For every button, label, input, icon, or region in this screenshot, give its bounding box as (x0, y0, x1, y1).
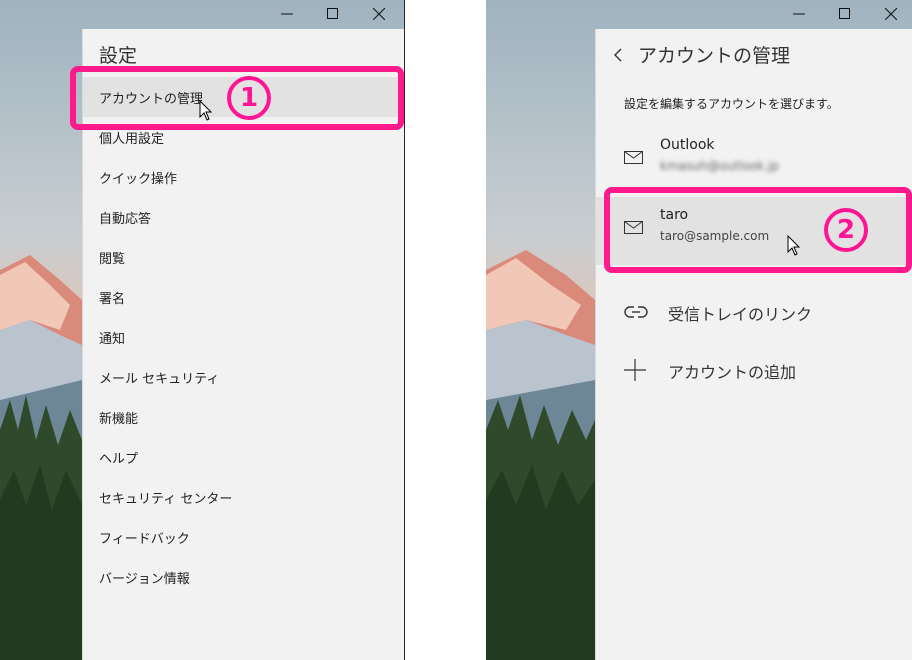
account-management-screenshot: アカウントの管理 設定を編集するアカウントを選びます。 Outlook kmas… (486, 0, 912, 660)
add-account-button[interactable]: アカウントの追加 (596, 349, 912, 393)
menu-item-label: メール セキュリティ (99, 371, 220, 387)
menu-item-label: クイック操作 (99, 171, 178, 187)
account-name: Outlook (660, 137, 715, 153)
mail-icon (624, 151, 643, 164)
menu-item-whats-new[interactable]: 新機能 (83, 397, 404, 437)
page-title: アカウントの管理 (638, 45, 791, 67)
action-label: 受信トレイのリンク (668, 305, 813, 324)
cursor-icon (199, 100, 213, 121)
account-email: kmasuh@outlook.jp (660, 159, 779, 173)
menu-item-quick-actions[interactable]: クイック操作 (83, 157, 404, 197)
menu-item-mail-security[interactable]: メール セキュリティ (83, 357, 404, 397)
step2-marker: 2 (824, 208, 868, 252)
action-label: アカウントの追加 (668, 363, 797, 382)
settings-title: 設定 (99, 45, 138, 67)
menu-item-label: 自動応答 (99, 211, 152, 227)
minimize-icon (793, 13, 805, 15)
link-icon (624, 306, 648, 318)
maximize-icon (327, 8, 338, 19)
close-icon (373, 8, 385, 20)
menu-item-label: 個人用設定 (99, 131, 165, 147)
back-arrow-icon (614, 48, 622, 61)
maximize-icon (839, 8, 850, 19)
minimize-button[interactable] (776, 0, 822, 28)
maximize-button[interactable] (310, 0, 356, 28)
menu-item-notifications[interactable]: 通知 (83, 317, 404, 357)
menu-item-label: 閲覧 (99, 251, 126, 267)
menu-item-feedback[interactable]: フィードバック (83, 517, 404, 557)
close-icon (885, 8, 897, 20)
settings-screenshot: 設定 アカウントの管理 個人用設定 クイック操作 自動応答 閲覧 署名 通知 メ… (0, 0, 405, 660)
menu-item-signature[interactable]: 署名 (83, 277, 404, 317)
cursor-icon (787, 235, 801, 256)
back-button[interactable] (606, 43, 630, 67)
menu-item-reading[interactable]: 閲覧 (83, 237, 404, 277)
account-management-pane: アカウントの管理 設定を編集するアカウントを選びます。 Outlook kmas… (595, 29, 912, 660)
close-button[interactable] (356, 0, 402, 28)
menu-item-help[interactable]: ヘルプ (83, 437, 404, 477)
instruction-text: 設定を編集するアカウントを選びます。 (624, 97, 839, 111)
menu-item-label: フィードバック (99, 531, 190, 547)
account-item-outlook[interactable]: Outlook kmasuh@outlook.jp (596, 127, 912, 195)
plus-icon (624, 359, 646, 381)
menu-item-about[interactable]: バージョン情報 (83, 557, 404, 597)
close-button[interactable] (868, 0, 912, 28)
step1-marker: 1 (227, 76, 271, 120)
menu-item-label: 通知 (99, 331, 126, 347)
menu-item-label: ヘルプ (99, 451, 139, 467)
maximize-button[interactable] (822, 0, 868, 28)
menu-item-label: セキュリティ センター (99, 491, 233, 507)
pane-header: アカウントの管理 (606, 41, 790, 68)
menu-item-auto-reply[interactable]: 自動応答 (83, 197, 404, 237)
link-inboxes-button[interactable]: 受信トレイのリンク (596, 291, 912, 335)
menu-item-label: バージョン情報 (99, 571, 190, 587)
minimize-icon (281, 13, 293, 15)
menu-item-label: 新機能 (99, 411, 139, 427)
menu-item-label: 署名 (99, 291, 126, 307)
minimize-button[interactable] (264, 0, 310, 28)
menu-item-security-center[interactable]: セキュリティ センター (83, 477, 404, 517)
